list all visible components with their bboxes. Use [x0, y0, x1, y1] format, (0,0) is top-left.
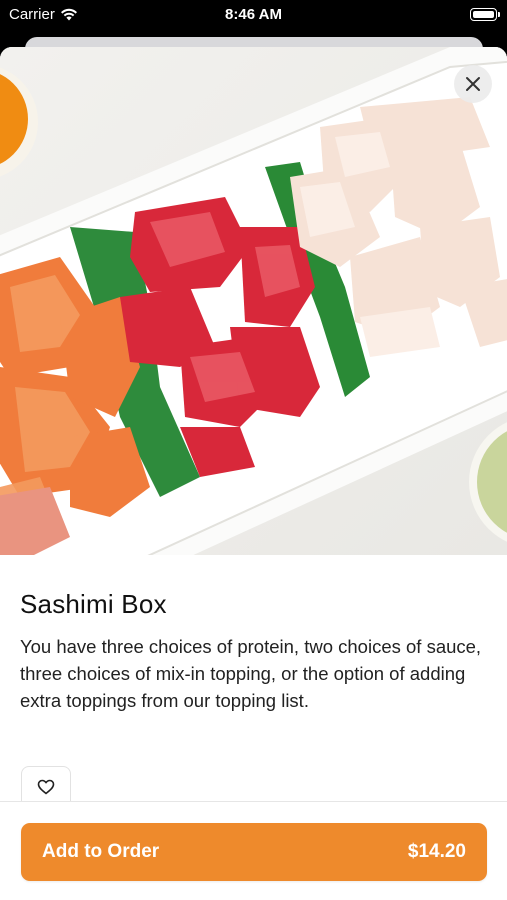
- heart-icon: [37, 779, 55, 794]
- item-info: Sashimi Box You have three choices of pr…: [20, 589, 490, 714]
- item-title: Sashimi Box: [20, 589, 167, 619]
- status-bar: Carrier 8:46 AM: [0, 0, 507, 30]
- battery-icon: [470, 8, 500, 21]
- favorite-button[interactable]: [21, 766, 71, 806]
- item-description: You have three choices of protein, two c…: [20, 636, 482, 711]
- item-detail-sheet: Sashimi Box You have three choices of pr…: [0, 47, 507, 900]
- status-time: 8:46 AM: [225, 6, 282, 23]
- close-button[interactable]: [454, 65, 492, 103]
- item-price: $14.20: [407, 841, 466, 862]
- close-icon: [466, 77, 480, 91]
- add-to-order-button[interactable]: Add to Order $14.20: [21, 823, 487, 881]
- add-to-order-label: Add to Order: [42, 841, 160, 862]
- sashimi-photo: [0, 47, 507, 555]
- item-photo: [0, 47, 507, 555]
- order-footer: Add to Order $14.20: [0, 801, 507, 900]
